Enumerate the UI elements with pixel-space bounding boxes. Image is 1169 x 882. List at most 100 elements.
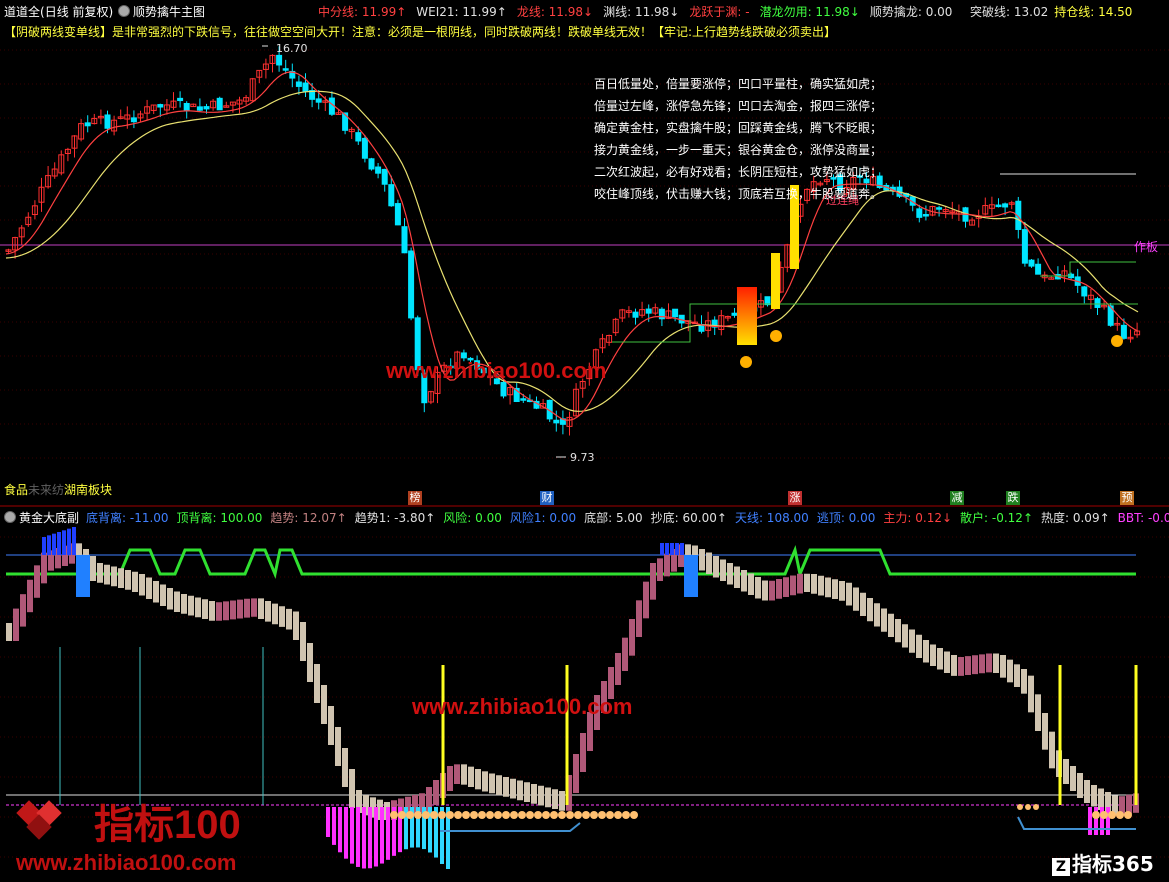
header-value: 风险1: 0.00 [509, 511, 577, 525]
sector-part: 湖南板块 [64, 483, 113, 497]
bottom-marker [598, 811, 606, 819]
oscillator-bar [524, 782, 530, 802]
buy-signal-icon [740, 356, 752, 368]
oscillator-bar [202, 599, 208, 619]
candle [520, 398, 527, 401]
candle [381, 168, 388, 185]
bottom-marker [510, 811, 518, 819]
sub-header: 黄金大底副 [4, 510, 79, 526]
candle [177, 97, 184, 102]
gear-icon[interactable] [4, 511, 16, 523]
header-value: 底部: 5.00 [584, 511, 643, 525]
candle [203, 106, 210, 110]
signal-marker: 跌 [1006, 491, 1020, 505]
watermark-url: www.zhibiao100.com [412, 694, 633, 719]
candle [355, 132, 362, 142]
top-signal-bar [670, 543, 674, 555]
oscillator-bar [20, 594, 26, 627]
bottom-marker [470, 811, 478, 819]
bottom-marker [1108, 811, 1116, 819]
corner-logo-text: 指标365 [1072, 852, 1154, 876]
oscillator-bar [279, 606, 285, 627]
candle [553, 419, 560, 424]
top-signal-bar [52, 533, 56, 555]
bottom-marker [462, 811, 470, 819]
bottom-marker [430, 811, 438, 819]
oscillator-bar [1091, 785, 1097, 807]
corner-logo-icon: Z [1052, 858, 1070, 876]
oscillator-bar [846, 582, 852, 606]
oscillator-bar [1049, 731, 1055, 769]
oscillator-bar [979, 654, 985, 674]
oscillator-bar [454, 764, 460, 784]
buy-signal-icon [770, 330, 782, 342]
header-value: 趋势: 12.07↑ [270, 511, 347, 525]
bottom-marker [566, 811, 574, 819]
line-label: 作板 [1134, 240, 1159, 254]
oscillator-bar [888, 613, 894, 637]
header-value: WEI21: 11.99↑ [416, 5, 507, 19]
oscillator-bar [1014, 664, 1020, 687]
price-chart[interactable] [0, 0, 1169, 507]
stock-name: 道道全 [4, 5, 41, 19]
oscillator-bar [657, 558, 663, 581]
oscillator-bar [615, 653, 621, 685]
candle [84, 122, 91, 127]
header-value: 主力: 0.12↓ [883, 511, 953, 525]
oscillator-bar [6, 623, 12, 641]
bottom-marker [414, 811, 422, 819]
oscillator-bar [468, 766, 474, 787]
oscillator-bar [748, 573, 754, 595]
top-signal-bar [684, 555, 698, 597]
bottom-marker [526, 811, 534, 819]
candle [104, 114, 111, 129]
indicator-name: 顺势擒牛主图 [133, 5, 206, 19]
sub-indicator-name: 黄金大底副 [19, 511, 80, 525]
header-value: 抄底: 60.00↑ [650, 511, 727, 525]
histogram-bar [1088, 807, 1092, 835]
candle [645, 308, 652, 314]
header-value: 趋势1: -3.80↑ [354, 511, 436, 525]
oscillator-bar [1077, 773, 1083, 798]
oscillator-bar [307, 643, 313, 682]
header-value: 龙线: 11.98↓ [516, 5, 594, 19]
oscillator-bar [349, 769, 355, 808]
candle [672, 308, 679, 318]
candle [1081, 286, 1088, 297]
oscillator-bar [223, 601, 229, 621]
candle [1120, 324, 1127, 339]
oscillator-bar [237, 599, 243, 619]
bottom-marker [406, 811, 414, 819]
histogram-bar [374, 807, 378, 867]
oscillator-bar [13, 608, 19, 641]
oscillator-bar [811, 574, 817, 594]
oscillator-bar [125, 570, 131, 590]
oscillator-bar [636, 600, 642, 637]
header-value: 潜龙勿用: 11.98↓ [759, 5, 860, 19]
indicator-selector[interactable]: 顺势擒牛主图 [118, 4, 205, 20]
oscillator-bar [741, 570, 747, 592]
histogram-bar [368, 807, 372, 869]
oscillator-bar [629, 619, 635, 656]
top-signal-bar [665, 543, 669, 555]
poem-line: 咬住峰顶线，伏击赚大钱；顶底若互换，牛股要道奔。 [594, 187, 883, 201]
signal-marker: 预 [1120, 491, 1134, 505]
sector-part: 未来纺 [28, 483, 65, 497]
oscillator-bar [496, 775, 502, 795]
poem-line: 确定黄金柱，实盘擒牛股；回踩黄金线，腾飞不眨眼； [594, 121, 883, 135]
signal-marker: 涨 [788, 491, 802, 505]
watermark-url: www.zhibiao100.com [386, 358, 607, 383]
oscillator-bar [503, 777, 509, 797]
signal-marker: 榜 [408, 491, 422, 505]
oscillator-bar [531, 784, 537, 804]
oscillator-bar [867, 598, 873, 622]
oscillator-bar [713, 556, 719, 578]
oscillator-bar [818, 575, 824, 596]
oscillator-bar [545, 787, 551, 808]
histogram-bar [362, 807, 366, 869]
sector-label[interactable]: 食品未来纺湖南板块 [4, 481, 112, 498]
oscillator-bar [804, 573, 810, 592]
gear-icon[interactable] [118, 5, 130, 17]
bottom-marker [622, 811, 630, 819]
main-header-values: 中分线: 11.99↑ WEI21: 11.99↑ 龙线: 11.98↓ 渊线: 11… [318, 4, 962, 20]
